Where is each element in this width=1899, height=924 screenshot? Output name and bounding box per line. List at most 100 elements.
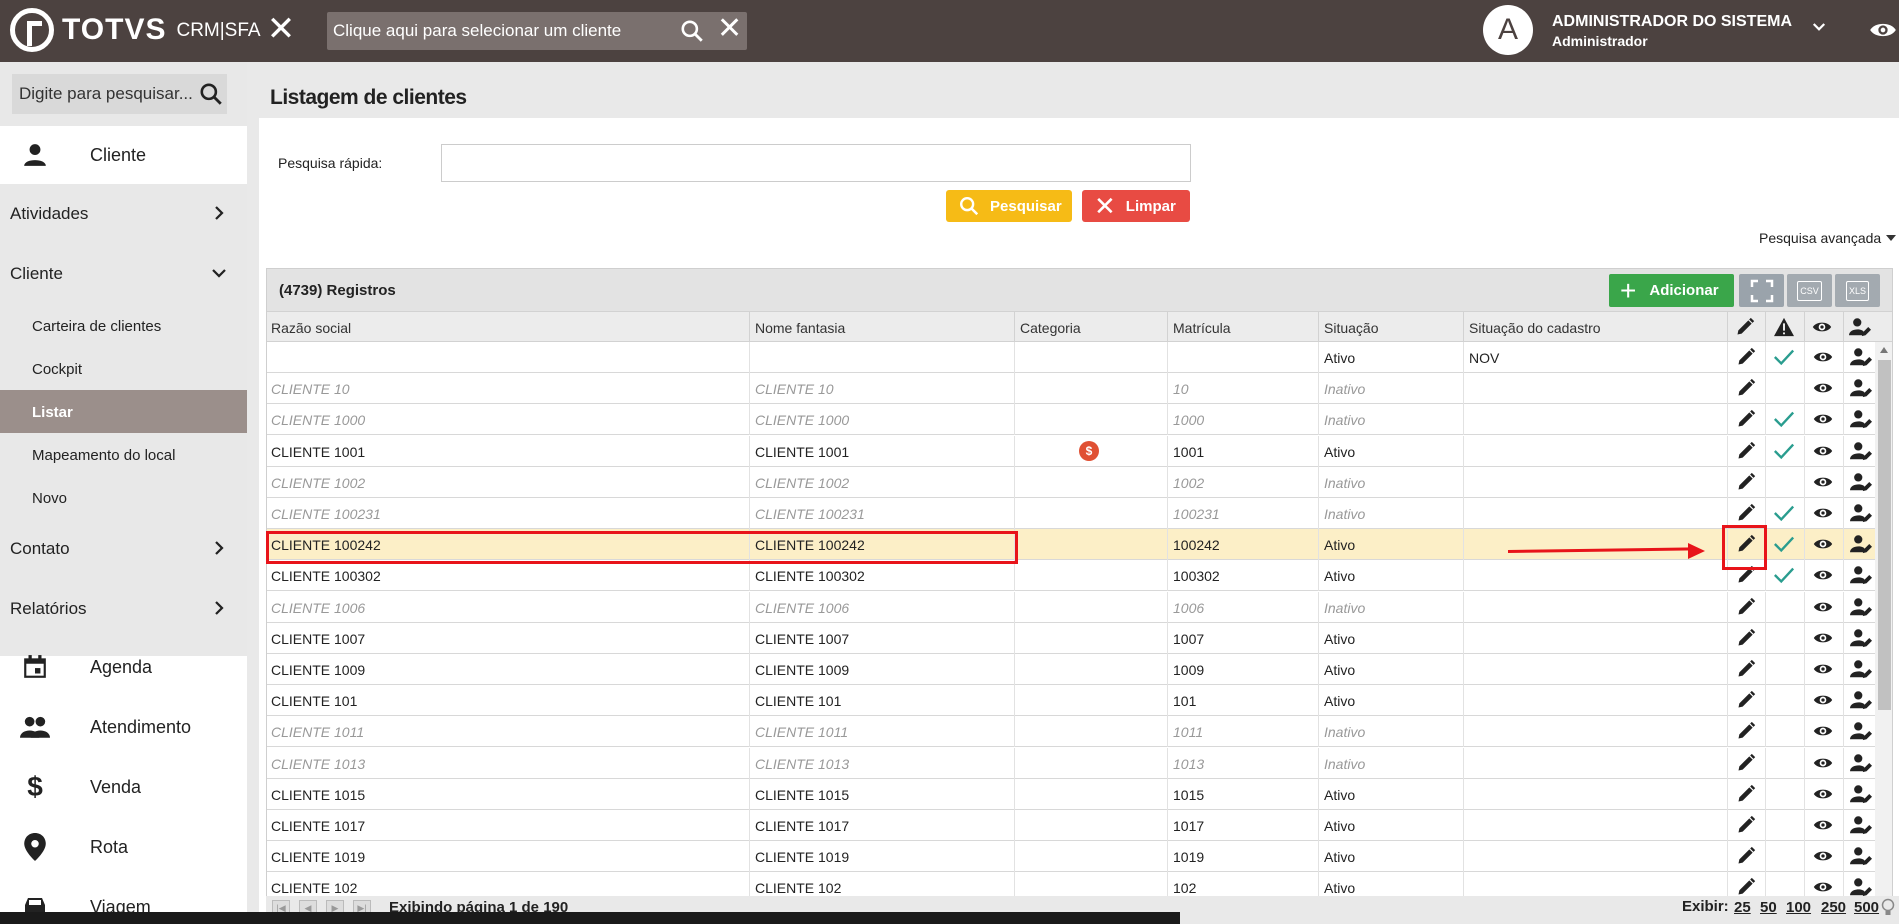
user-edit-icon[interactable] <box>1850 533 1872 555</box>
lightbulb-icon[interactable] <box>1880 898 1896 923</box>
table-row[interactable]: CLIENTE 1001 CLIENTE 1001 1001 Ativo $ <box>267 435 1875 467</box>
table-row[interactable]: CLIENTE 1006 CLIENTE 1006 1006 Inativo <box>267 591 1875 623</box>
edit-icon[interactable] <box>1735 783 1757 805</box>
table-row[interactable]: Ativo NOV <box>267 342 1875 373</box>
sidebar-group-atividades[interactable]: Atividades <box>10 204 88 224</box>
close-icon[interactable]: ✕ <box>266 12 296 46</box>
page-size-25[interactable]: 25 <box>1734 899 1751 916</box>
user-edit-icon[interactable] <box>1850 564 1872 586</box>
clear-client-icon[interactable]: ✕ <box>717 14 742 44</box>
quick-search-input[interactable] <box>441 144 1191 182</box>
eye-icon[interactable] <box>1812 346 1834 368</box>
sidebar-item-listar[interactable]: Listar <box>32 404 73 421</box>
table-row[interactable]: CLIENTE 1011 CLIENTE 1011 1011 Inativo <box>267 716 1875 748</box>
edit-icon[interactable] <box>1735 471 1757 493</box>
edit-icon[interactable] <box>1735 377 1757 399</box>
edit-icon[interactable] <box>1735 814 1757 836</box>
table-row[interactable]: CLIENTE 1007 CLIENTE 1007 1007 Ativo <box>267 622 1875 654</box>
edit-icon[interactable] <box>1735 627 1757 649</box>
eye-icon[interactable] <box>1812 627 1834 649</box>
table-row[interactable]: CLIENTE 100302 CLIENTE 100302 100302 Ativo <box>267 560 1875 592</box>
eye-icon[interactable] <box>1812 845 1834 867</box>
column-header-matricula[interactable]: Matrícula <box>1173 320 1231 336</box>
table-row[interactable]: CLIENTE 1002 CLIENTE 1002 1002 Inativo <box>267 466 1875 498</box>
eye-icon[interactable] <box>1812 814 1834 836</box>
edit-icon[interactable] <box>1735 752 1757 774</box>
sidebar-group-relatorios[interactable]: Relatórios <box>10 599 87 619</box>
export-csv-button[interactable]: CSV <box>1787 274 1832 307</box>
page-size-250[interactable]: 250 <box>1821 899 1846 916</box>
edit-icon[interactable] <box>1735 720 1757 742</box>
advanced-search-link[interactable]: Pesquisa avançada <box>1759 230 1881 246</box>
page-size-500[interactable]: 500 <box>1854 899 1879 916</box>
user-edit-icon[interactable] <box>1850 814 1872 836</box>
eye-icon[interactable] <box>1866 16 1899 49</box>
search-button[interactable]: Pesquisar <box>946 190 1072 222</box>
clear-button[interactable]: ✕ Limpar <box>1082 190 1190 222</box>
avatar[interactable]: A <box>1483 5 1533 55</box>
chevron-right-icon[interactable] <box>210 539 228 562</box>
sidebar-item-cockpit[interactable]: Cockpit <box>32 361 82 378</box>
table-row[interactable]: CLIENTE 100231 CLIENTE 100231 100231 Inativ… <box>267 498 1875 529</box>
eye-icon[interactable] <box>1812 440 1834 462</box>
sidebar-item-carteira[interactable]: Carteira de clientes <box>32 318 161 335</box>
sidebar-item-atendimento[interactable]: Atendimento <box>20 712 191 742</box>
column-header-nome-fantasia[interactable]: Nome fantasia <box>755 320 845 336</box>
eye-icon[interactable] <box>1812 783 1834 805</box>
edit-icon[interactable] <box>1735 502 1757 524</box>
edit-icon[interactable] <box>1735 408 1757 430</box>
page-size-100[interactable]: 100 <box>1786 899 1811 916</box>
eye-icon[interactable] <box>1812 596 1834 618</box>
sidebar-group-cliente[interactable]: Cliente <box>10 264 63 284</box>
user-edit-icon[interactable] <box>1850 752 1872 774</box>
user-edit-icon[interactable] <box>1850 471 1872 493</box>
eye-icon[interactable] <box>1812 471 1834 493</box>
edit-icon[interactable] <box>1735 596 1757 618</box>
sidebar-search-input[interactable]: Digite para pesquisar... <box>12 74 227 114</box>
eye-icon[interactable] <box>1812 720 1834 742</box>
sidebar-item-cliente[interactable]: Cliente <box>20 140 146 170</box>
user-edit-icon[interactable] <box>1850 408 1872 430</box>
table-row[interactable]: CLIENTE 1013 CLIENTE 1013 1013 Inativo <box>267 747 1875 779</box>
caret-down-icon[interactable] <box>1886 235 1896 241</box>
edit-icon[interactable] <box>1735 689 1757 711</box>
user-edit-icon[interactable] <box>1850 440 1872 462</box>
column-header-situacao[interactable]: Situação <box>1324 320 1378 336</box>
fullscreen-button[interactable] <box>1739 274 1784 307</box>
user-edit-icon[interactable] <box>1850 783 1872 805</box>
column-header-razao-social[interactable]: Razão social <box>271 320 351 336</box>
user-edit-icon[interactable] <box>1850 596 1872 618</box>
add-button[interactable]: + Adicionar <box>1609 274 1734 307</box>
sidebar-group-contato[interactable]: Contato <box>10 539 70 559</box>
table-row[interactable]: CLIENTE 1009 CLIENTE 1009 1009 Ativo <box>267 654 1875 685</box>
chevron-down-icon[interactable] <box>1810 18 1828 41</box>
chevron-down-icon[interactable] <box>210 264 228 287</box>
user-edit-icon[interactable] <box>1850 720 1872 742</box>
edit-icon[interactable] <box>1735 440 1757 462</box>
table-row[interactable]: CLIENTE 1015 CLIENTE 1015 1015 Ativo <box>267 778 1875 810</box>
eye-icon[interactable] <box>1812 752 1834 774</box>
user-edit-icon[interactable] <box>1850 502 1872 524</box>
eye-icon[interactable] <box>1812 408 1834 430</box>
totvs-logo[interactable]: TOTVS CRM|SFA <box>10 8 261 52</box>
page-size-50[interactable]: 50 <box>1760 899 1777 916</box>
grid-scrollbar[interactable] <box>1875 342 1892 923</box>
table-row[interactable]: CLIENTE 101 CLIENTE 101 101 Ativo <box>267 685 1875 717</box>
scroll-thumb[interactable] <box>1878 360 1891 710</box>
eye-icon[interactable] <box>1812 533 1834 555</box>
export-xls-button[interactable]: XLS <box>1835 274 1880 307</box>
edit-icon[interactable] <box>1735 658 1757 680</box>
eye-icon[interactable] <box>1812 377 1834 399</box>
eye-icon[interactable] <box>1812 564 1834 586</box>
search-icon[interactable] <box>198 81 224 112</box>
user-edit-icon[interactable] <box>1850 377 1872 399</box>
user-edit-icon[interactable] <box>1850 658 1872 680</box>
column-header-categoria[interactable]: Categoria <box>1020 320 1081 336</box>
table-row[interactable]: CLIENTE 1000 CLIENTE 1000 1000 Inativo <box>267 404 1875 436</box>
sidebar-item-rota[interactable]: Rota <box>20 832 128 862</box>
table-row[interactable]: CLIENTE 10 CLIENTE 10 10 Inativo <box>267 373 1875 405</box>
user-edit-icon[interactable] <box>1850 845 1872 867</box>
chevron-right-icon[interactable] <box>210 204 228 227</box>
sidebar-item-mapeamento[interactable]: Mapeamento do local <box>32 447 175 464</box>
sidebar-item-novo[interactable]: Novo <box>32 490 67 507</box>
